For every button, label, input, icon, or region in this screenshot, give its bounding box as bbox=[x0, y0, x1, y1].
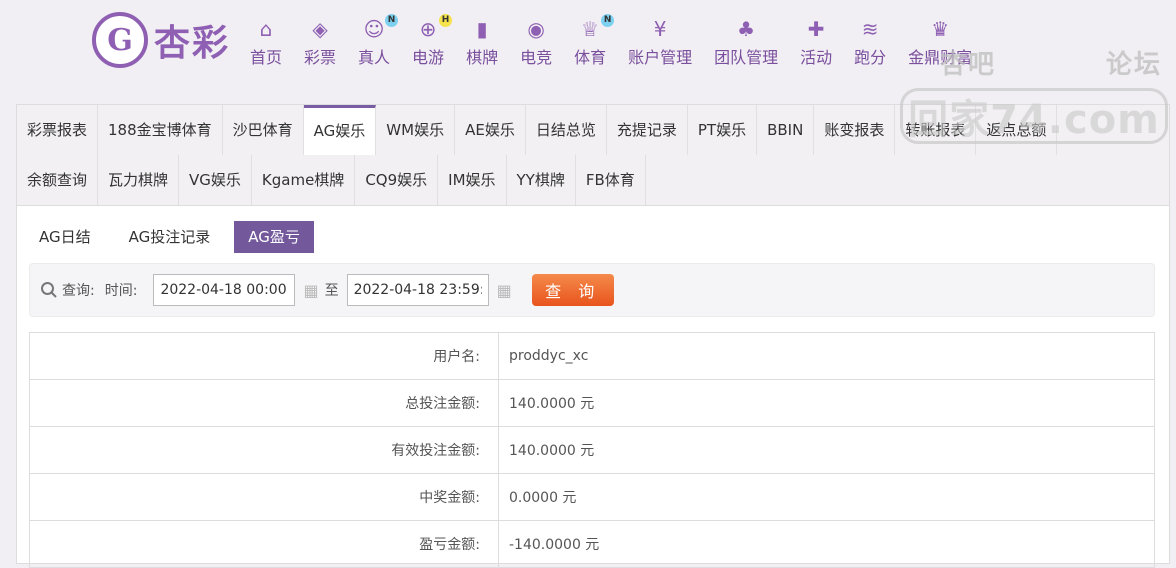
tab-daily-overview[interactable]: 日结总览 bbox=[526, 105, 607, 155]
row-key: 总投注金额: bbox=[29, 379, 499, 427]
header: G 杏彩 ⌂ 首页 ◈ 彩票 ☺ N 真人 ⊕ H 电游 ▮ 棋牌 ◉ 电竞 ♕… bbox=[0, 0, 1176, 100]
nav-label: 真人 bbox=[358, 48, 391, 67]
subtab-ag-bets[interactable]: AG投注记录 bbox=[115, 221, 225, 253]
tab-pt[interactable]: PT娱乐 bbox=[688, 105, 758, 155]
tab-fb-sports[interactable]: FB体育 bbox=[576, 155, 646, 205]
new-badge: N bbox=[601, 14, 615, 27]
nav-live[interactable]: ☺ N 真人 bbox=[358, 14, 399, 68]
tab-balance-query[interactable]: 余额查询 bbox=[17, 155, 99, 205]
table-row: 总投注金额: 140.0000 元 bbox=[29, 379, 1155, 427]
tab-wm[interactable]: WM娱乐 bbox=[376, 105, 456, 155]
subtab-ag-daily[interactable]: AG日结 bbox=[25, 221, 105, 253]
nav-label: 棋牌 bbox=[466, 48, 499, 67]
nav-label: 电竞 bbox=[520, 48, 553, 67]
tab-row-2: 余额查询 瓦力棋牌 VG娱乐 Kgame棋牌 CQ9娱乐 IM娱乐 YY棋牌 F… bbox=[17, 155, 1169, 205]
query-bar: 查询: 时间: ▦ 至 ▦ 查 询 bbox=[29, 263, 1155, 317]
logo[interactable]: G 杏彩 bbox=[92, 12, 230, 68]
esports-icon: ◉ bbox=[527, 17, 545, 41]
nav-label: 团队管理 bbox=[714, 48, 779, 67]
time-label: 时间: bbox=[104, 283, 138, 299]
row-key: 用户名: bbox=[29, 332, 499, 380]
nav-treasure[interactable]: ♛ 金鼎财富 bbox=[908, 18, 972, 68]
hot-badge: H bbox=[439, 14, 453, 27]
tab-kgame[interactable]: Kgame棋牌 bbox=[252, 155, 356, 205]
result-table: 用户名: proddyc_xc 总投注金额: 140.0000 元 有效投注金额… bbox=[29, 332, 1155, 568]
tab-188-sports[interactable]: 188金宝博体育 bbox=[98, 105, 223, 155]
running-dog-icon: ≋ bbox=[861, 17, 879, 41]
nav-activity[interactable]: ✚ 活动 bbox=[800, 18, 832, 68]
nav-label: 活动 bbox=[800, 48, 833, 67]
new-badge: N bbox=[385, 14, 399, 27]
nav-esports[interactable]: ◉ 电竞 bbox=[520, 18, 552, 68]
logo-text: 杏彩 bbox=[154, 23, 231, 64]
nav-label: 电游 bbox=[412, 48, 445, 67]
home-icon: ⌂ bbox=[259, 17, 273, 41]
table-row: 盈亏金额: -140.0000 元 bbox=[29, 520, 1155, 568]
nav-lottery[interactable]: ◈ 彩票 bbox=[304, 18, 336, 68]
gamepad-icon: ⊕ bbox=[419, 17, 437, 41]
start-date-input[interactable] bbox=[153, 274, 296, 306]
query-button[interactable]: 查 询 bbox=[531, 274, 614, 306]
main-nav: ⌂ 首页 ◈ 彩票 ☺ N 真人 ⊕ H 电游 ▮ 棋牌 ◉ 电竞 ♕ N 体育 bbox=[250, 14, 994, 68]
query-label: 查询: bbox=[62, 283, 95, 299]
nav-sports[interactable]: ♕ N 体育 bbox=[574, 14, 615, 68]
nav-label: 首页 bbox=[250, 48, 283, 67]
tab-vg[interactable]: VG娱乐 bbox=[179, 155, 252, 205]
row-value: proddyc_xc bbox=[498, 332, 1155, 380]
row-key: 有效投注金额: bbox=[29, 426, 499, 474]
tab-bbin[interactable]: BBIN bbox=[757, 105, 815, 155]
cards-icon: ▮ bbox=[476, 17, 488, 41]
row-value: 140.0000 元 bbox=[498, 426, 1155, 474]
tab-cq9[interactable]: CQ9娱乐 bbox=[355, 155, 439, 205]
row-value: 140.0000 元 bbox=[498, 379, 1155, 427]
tab-balance-change[interactable]: 账变报表 bbox=[814, 105, 896, 155]
live-dealer-icon: ☺ bbox=[363, 17, 385, 41]
tab-row-1: 彩票报表 188金宝博体育 沙巴体育 AG娱乐 WM娱乐 AE娱乐 日结总览 充… bbox=[17, 105, 1169, 155]
tab-ae[interactable]: AE娱乐 bbox=[455, 105, 526, 155]
trophy-icon: ♕ bbox=[581, 17, 600, 41]
report-tabs: 彩票报表 188金宝博体育 沙巴体育 AG娱乐 WM娱乐 AE娱乐 日结总览 充… bbox=[17, 105, 1169, 206]
end-date-input[interactable] bbox=[346, 274, 489, 306]
tab-yy-cards[interactable]: YY棋牌 bbox=[507, 155, 576, 205]
tab-ag[interactable]: AG娱乐 bbox=[303, 105, 377, 155]
row-value: 0.0000 元 bbox=[498, 473, 1155, 521]
table-row: 中奖金额: 0.0000 元 bbox=[29, 473, 1155, 521]
tab-im[interactable]: IM娱乐 bbox=[438, 155, 507, 205]
lottery-ticket-icon: ◈ bbox=[312, 17, 328, 41]
account-icon: ¥ bbox=[653, 17, 667, 41]
tab-deposit-withdraw[interactable]: 充提记录 bbox=[607, 105, 688, 155]
subtab-ag-profit[interactable]: AG盈亏 bbox=[234, 221, 314, 253]
to-label: 至 bbox=[324, 283, 339, 299]
nav-account[interactable]: ¥ 账户管理 bbox=[628, 18, 692, 68]
nav-cards[interactable]: ▮ 棋牌 bbox=[466, 18, 498, 68]
tab-rebate-total[interactable]: 返点总额 bbox=[976, 105, 1058, 155]
nav-label: 账户管理 bbox=[628, 48, 693, 67]
nav-label: 彩票 bbox=[304, 48, 337, 67]
logo-mark-icon: G bbox=[92, 12, 148, 68]
tab-lottery-report[interactable]: 彩票报表 bbox=[17, 105, 99, 155]
tab-transfer-report[interactable]: 转账报表 bbox=[895, 105, 977, 155]
row-key: 盈亏金额: bbox=[29, 520, 499, 568]
gift-icon: ✚ bbox=[807, 17, 825, 41]
report-panel: 彩票报表 188金宝博体育 沙巴体育 AG娱乐 WM娱乐 AE娱乐 日结总览 充… bbox=[16, 104, 1170, 568]
table-row: 用户名: proddyc_xc bbox=[29, 332, 1155, 380]
row-key: 中奖金额: bbox=[29, 473, 499, 521]
nav-label: 跑分 bbox=[854, 48, 887, 67]
tab-saba-sports[interactable]: 沙巴体育 bbox=[223, 105, 304, 155]
search-icon bbox=[41, 282, 57, 298]
nav-slots[interactable]: ⊕ H 电游 bbox=[412, 14, 453, 68]
treasure-icon: ♛ bbox=[931, 17, 950, 41]
nav-label: 金鼎财富 bbox=[908, 48, 973, 67]
nav-running[interactable]: ≋ 跑分 bbox=[854, 18, 886, 68]
calendar-icon[interactable]: ▦ bbox=[497, 281, 512, 300]
table-row: 有效投注金额: 140.0000 元 bbox=[29, 426, 1155, 474]
tab-wali-cards[interactable]: 瓦力棋牌 bbox=[98, 155, 180, 205]
team-icon: ♣ bbox=[737, 17, 756, 41]
nav-home[interactable]: ⌂ 首页 bbox=[250, 18, 282, 68]
nav-team[interactable]: ♣ 团队管理 bbox=[714, 18, 778, 68]
sub-tabs: AG日结 AG投注记录 AG盈亏 bbox=[25, 221, 324, 253]
nav-label: 体育 bbox=[574, 48, 607, 67]
row-value: -140.0000 元 bbox=[498, 520, 1155, 568]
calendar-icon[interactable]: ▦ bbox=[303, 281, 318, 300]
